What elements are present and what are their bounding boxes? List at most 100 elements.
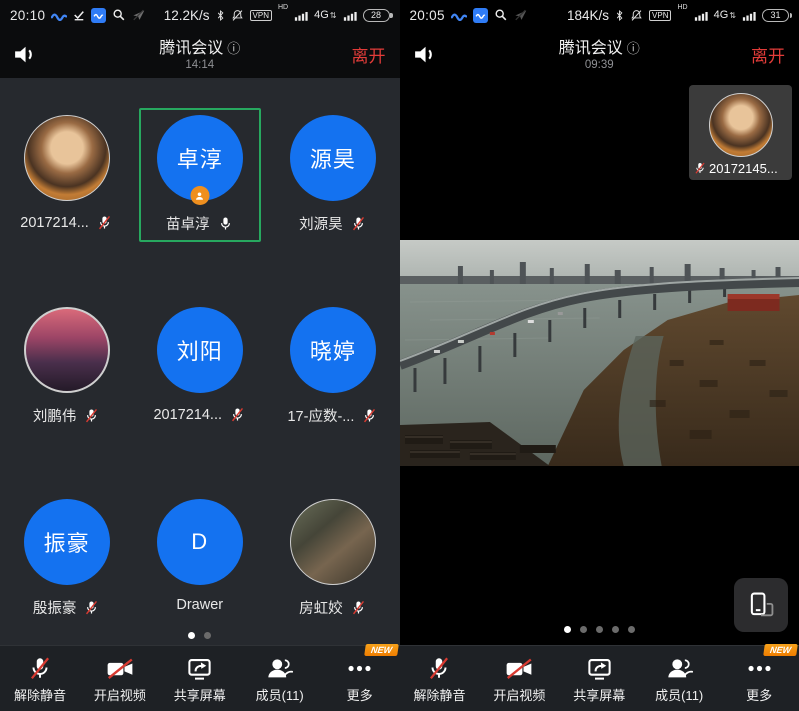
participant-name: 刘鹏伟 [33,405,77,426]
participant-grid: 2017214... 卓淳 苗卓淳 源昊 刘源昊 [0,78,400,645]
participant-tile[interactable]: 振豪 殷振豪 [6,492,128,626]
participant-tile[interactable]: D Drawer [139,492,261,626]
bluetooth-icon [216,9,225,22]
left-phone-screen: 20:10 12.2K/s VPN HD 4G⇅ 28 腾讯会议 ⓘ 14:14 … [0,0,400,711]
participant-tile[interactable]: 刘鹏伟 [6,300,128,434]
start-video-button[interactable]: 开启视频 [479,646,559,711]
self-name: 20172145... [709,161,778,176]
network-type: 4G [714,9,729,21]
signal-bars-icon [294,10,308,21]
mic-muted-icon [83,406,100,425]
meeting-title-bar: 腾讯会议 ⓘ 14:14 离开 [0,30,400,78]
more-icon [746,655,773,682]
right-phone-screen: 20:05 184K/s VPN HD 4G⇅ 31 腾讯会议 ⓘ 09:39 离… [400,0,799,711]
more-icon [346,655,373,682]
status-bar: 20:10 12.2K/s VPN HD 4G⇅ 28 [0,0,400,30]
hd-label: HD [677,4,687,11]
signal-bars-icon [343,10,357,21]
participant-name: Drawer [176,597,223,613]
info-icon[interactable]: ⓘ [627,41,640,56]
mute-bell-icon [231,9,244,22]
mic-muted-icon [426,654,452,682]
battery-indicator: 28 [363,9,390,22]
participant-tile-selected[interactable]: 卓淳 苗卓淳 [139,108,261,242]
self-view-thumbnail[interactable]: 20172145... [689,85,792,180]
avatar: 源昊 [290,115,376,201]
clock: 20:05 [410,8,445,23]
mic-muted-icon [83,598,100,617]
status-bar: 20:05 184K/s VPN HD 4G⇅ 31 [400,0,799,30]
wave-app-icon [473,8,488,23]
rotate-screen-button[interactable] [734,578,788,632]
unmute-button[interactable]: 解除静音 [400,646,480,711]
participant-tile[interactable]: 源昊 刘源昊 [272,108,394,242]
download-complete-icon [73,9,85,21]
participant-name: 殷振豪 [33,597,77,618]
app-title: 腾讯会议 [159,40,223,57]
meeting-timer: 14:14 [0,59,400,71]
share-screen-icon [186,655,213,682]
mic-muted-icon [350,598,367,617]
wave-notification-icon [451,10,467,21]
participant-name: 房虹姣 [299,597,343,618]
vpn-badge: VPN [250,10,272,21]
meeting-timer: 09:39 [400,59,799,71]
camera-off-icon [504,655,534,682]
participant-name: 2017214... [153,407,222,423]
rotate-phone-icon [745,589,777,621]
participant-name: 苗卓淳 [166,213,210,234]
members-button[interactable]: 成员(11) [240,646,320,711]
hd-label: HD [278,4,288,11]
vpn-badge: VPN [649,10,671,21]
participant-tile[interactable]: 晓婷 17-应数-... [272,300,394,434]
battery-indicator: 31 [762,9,789,22]
participant-tile[interactable]: 2017214... [6,108,128,242]
avatar: D [157,499,243,585]
signal-bars-icon [742,10,756,21]
participant-tile[interactable]: 刘阳 2017214... [139,300,261,434]
new-badge: NEW [763,644,798,656]
search-icon [112,8,126,22]
more-button[interactable]: NEW 更多 [320,646,400,711]
avatar [24,115,110,201]
updown-arrows-icon: ⇅ [330,11,337,20]
host-badge-icon [190,186,209,205]
wave-app-icon [91,8,106,23]
participant-tile[interactable]: 房虹姣 [272,492,394,626]
network-speed: 184K/s [567,8,609,23]
signal-bars-icon [694,10,708,21]
more-button[interactable]: NEW 更多 [719,646,799,711]
app-title: 腾讯会议 [559,40,623,57]
mic-on-icon [217,214,234,233]
mute-bell-icon [630,9,643,22]
mic-muted-icon [96,213,113,232]
mic-muted-icon [350,214,367,233]
participant-name: 2017214... [20,215,89,231]
dual-phone-screenshot: 20:10 12.2K/s VPN HD 4G⇅ 28 腾讯会议ⓘ 14:14 … [0,0,799,711]
members-icon [265,655,294,682]
network-type: 4G [314,9,329,21]
page-indicator [0,632,400,639]
info-icon[interactable]: ⓘ [227,41,240,56]
start-video-button[interactable]: 开启视频 [80,646,160,711]
clock: 20:10 [10,8,45,23]
leave-button[interactable]: 离开 [751,42,785,67]
meeting-title-bar: 腾讯会议 ⓘ 09:39 离开 [400,30,799,78]
unmute-button[interactable]: 解除静音 [0,646,80,711]
bottom-toolbar: 解除静音 开启视频 共享屏幕 成员(11) NEW 更多 [0,645,400,711]
leave-button[interactable]: 离开 [352,42,386,67]
wave-notification-icon [51,10,67,21]
shared-screen-image[interactable] [400,240,799,466]
participant-name: 17-应数-... [287,405,354,426]
updown-arrows-icon: ⇅ [729,11,736,20]
share-screen-button[interactable]: 共享屏幕 [160,646,240,711]
members-button[interactable]: 成员(11) [639,646,719,711]
share-screen-button[interactable]: 共享屏幕 [559,646,639,711]
bottom-toolbar: 解除静音 开启视频 共享屏幕 成员(11) NEW 更多 [400,645,799,711]
search-icon [494,8,508,22]
avatar [290,499,376,585]
avatar: 刘阳 [157,307,243,393]
avatar [24,307,110,393]
network-speed: 12.2K/s [164,8,210,23]
mic-muted-icon [229,405,246,424]
